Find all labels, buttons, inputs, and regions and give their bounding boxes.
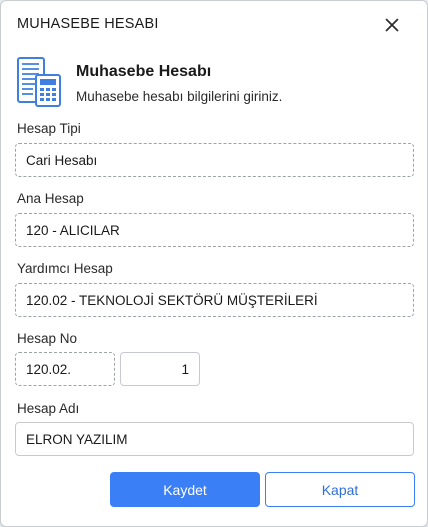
hesap-adi-label: Hesap Adı (17, 401, 80, 416)
hesap-no-number-field[interactable]: 1 (120, 352, 200, 386)
section-subtitle: Muhasebe hesabı bilgilerini giriniz. (76, 89, 283, 104)
hesap-no-label: Hesap No (17, 331, 78, 346)
account-dialog: MUHASEBE HESABI Muhasebe Hesabı Muhasebe… (0, 0, 428, 527)
dialog-title: MUHASEBE HESABI (17, 16, 159, 32)
hesap-tipi-field[interactable]: Cari Hesabı (15, 143, 414, 177)
yardimci-hesap-value: 120.02 - TEKNOLOJİ SEKTÖRÜ MÜŞTERİLERİ (26, 292, 318, 308)
section-title: Muhasebe Hesabı (76, 63, 212, 80)
close-icon[interactable] (379, 12, 405, 38)
hesap-tipi-label: Hesap Tipi (17, 121, 81, 136)
ana-hesap-value: 120 - ALICILAR (26, 222, 120, 238)
hesap-adi-field[interactable]: ELRON YAZILIM (15, 422, 414, 456)
yardimci-hesap-field[interactable]: 120.02 - TEKNOLOJİ SEKTÖRÜ MÜŞTERİLERİ (15, 283, 414, 317)
close-button[interactable]: Kapat (265, 472, 415, 507)
hesap-adi-value: ELRON YAZILIM (26, 431, 128, 447)
hesap-no-number: 1 (181, 361, 189, 377)
accounting-calculator-icon (17, 56, 63, 108)
ana-hesap-field[interactable]: 120 - ALICILAR (15, 213, 414, 247)
yardimci-hesap-label: Yardımcı Hesap (17, 261, 113, 276)
ana-hesap-label: Ana Hesap (17, 191, 84, 206)
hesap-no-prefix: 120.02. (26, 361, 72, 377)
hesap-tipi-value: Cari Hesabı (26, 152, 98, 168)
hesap-no-prefix-field[interactable]: 120.02. (15, 352, 115, 386)
title-bar: MUHASEBE HESABI (1, 1, 427, 47)
save-button[interactable]: Kaydet (110, 472, 260, 507)
